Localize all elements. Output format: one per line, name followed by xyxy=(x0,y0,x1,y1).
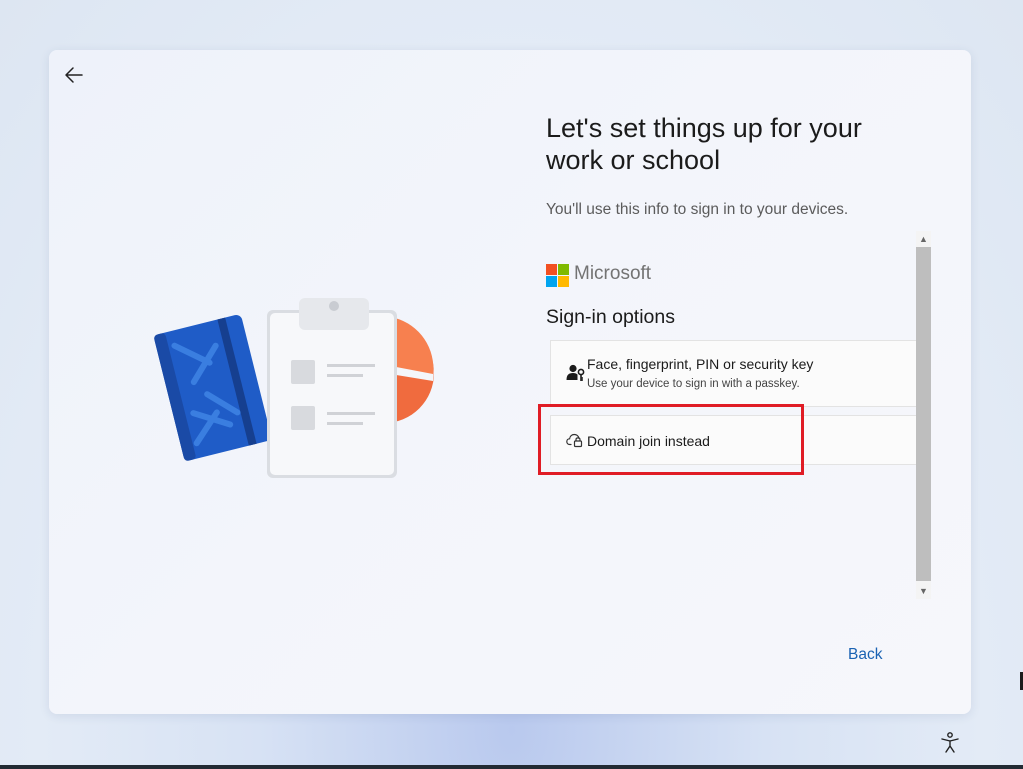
page-title: Let's set things up for your work or sch… xyxy=(546,113,862,175)
options-scrollbar[interactable]: ▲ ▼ xyxy=(916,231,931,599)
option-passkey-subtitle: Use your device to sign in with a passke… xyxy=(587,378,800,390)
option-passkey-title: Face, fingerprint, PIN or security key xyxy=(587,356,814,372)
page-subtitle: You'll use this info to sign in to your … xyxy=(546,201,849,218)
back-button[interactable]: Back xyxy=(848,646,882,664)
cloud-lock-icon xyxy=(566,433,583,448)
work-setup-illustration xyxy=(154,298,434,478)
oobe-setup-card: Let's set things up for your work or sch… xyxy=(49,50,971,714)
microsoft-logo-icon xyxy=(546,264,569,287)
back-arrow-icon[interactable] xyxy=(63,64,85,86)
option-domain-join-title: Domain join instead xyxy=(587,433,710,449)
scroll-down-icon[interactable]: ▼ xyxy=(916,583,931,599)
scrollbar-thumb[interactable] xyxy=(916,247,931,581)
accessibility-icon[interactable] xyxy=(940,732,960,754)
screen-bottom-bar xyxy=(0,765,1023,769)
signin-options-heading: Sign-in options xyxy=(546,306,675,328)
signin-option-domain-join[interactable]: Domain join instead xyxy=(550,415,917,465)
signin-option-passkey[interactable]: Face, fingerprint, PIN or security key U… xyxy=(550,340,917,407)
person-key-icon xyxy=(566,364,585,381)
scroll-up-icon[interactable]: ▲ xyxy=(916,231,931,247)
microsoft-brand-name: Microsoft xyxy=(574,263,652,284)
